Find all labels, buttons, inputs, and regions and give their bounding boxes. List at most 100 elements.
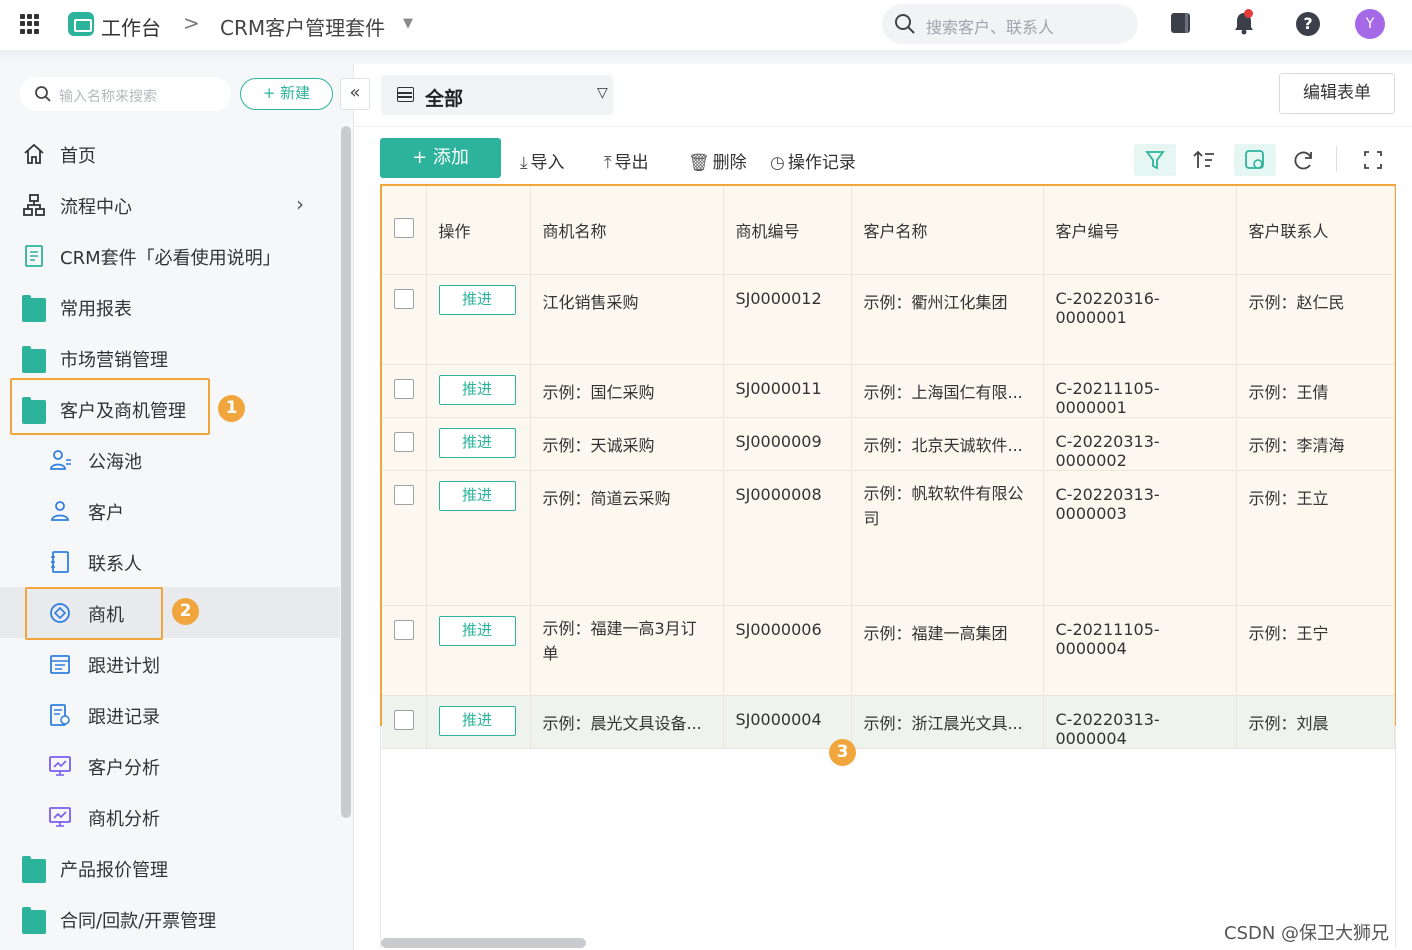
column-header[interactable]: 客户联系人 <box>1236 186 1395 275</box>
column-header[interactable]: 操作 <box>426 186 531 275</box>
trash-icon: 🗑︎ <box>688 153 710 173</box>
cell-opportunity-name: 江化销售采购 <box>530 274 724 365</box>
sidebar-search-input[interactable]: 输入名称来搜索 <box>20 77 231 111</box>
top-bar: 工作台 > CRM客户管理套件 ▼ 搜索客户、联系人 ? Y <box>0 0 1412 50</box>
action-cell: 推进 <box>426 274 531 365</box>
avatar[interactable]: Y <box>1355 9 1385 39</box>
sidebar-item-label: 跟进计划 <box>88 656 160 677</box>
clock-icon: ◷ <box>770 153 785 173</box>
folder-icon <box>22 856 46 883</box>
brand-title[interactable]: 工作台 <box>101 12 161 41</box>
flow-icon <box>23 194 45 216</box>
sidebar-item-follow-record[interactable]: 跟进记录 <box>0 689 340 740</box>
sidebar-item-marketing[interactable]: 市场营销管理 <box>0 332 340 383</box>
row-select-cell <box>382 417 427 471</box>
sidebar-item-public-pool[interactable]: 公海池 <box>0 434 340 485</box>
table-row[interactable]: 推进 江化销售采购 SJ0000012 示例：衢州江化集团 C-20220316… <box>382 274 1395 365</box>
cell-customer-code: C-20211105-0000001 <box>1043 364 1237 418</box>
chevron-right-icon[interactable]: › <box>296 192 304 216</box>
row-checkbox[interactable] <box>394 431 414 452</box>
row-checkbox[interactable] <box>394 378 414 399</box>
help-icon[interactable]: ? <box>1296 12 1320 36</box>
chart-screen-icon <box>49 756 71 776</box>
sidebar-item-follow-plan[interactable]: 跟进计划 <box>0 638 340 689</box>
sidebar-item-crm-guide[interactable]: CRM套件「必看使用说明」 <box>0 230 340 281</box>
chart-screen-icon <box>49 807 71 827</box>
cell-contact: 示例：王宁 <box>1236 605 1395 696</box>
new-button[interactable]: + 新建 <box>240 78 333 110</box>
workbench-icon[interactable] <box>68 12 94 36</box>
sidebar-item-label: 公海池 <box>88 452 142 473</box>
book-icon[interactable] <box>1168 10 1194 36</box>
advance-button[interactable]: 推进 <box>438 374 516 405</box>
calendar-icon <box>50 655 70 674</box>
table-row[interactable]: 推进 示例：简道云采购 SJ0000008 示例：帆软软件有限公司 C-2022… <box>382 470 1395 606</box>
app-name[interactable]: CRM客户管理套件 <box>220 12 385 41</box>
advance-button[interactable]: 推进 <box>438 427 516 458</box>
select-all-checkbox[interactable] <box>394 217 414 238</box>
sidebar-item-home[interactable]: 首页 <box>0 128 340 179</box>
sort-button[interactable] <box>1184 144 1226 176</box>
sidebar-item-contract[interactable]: 合同/回款/开票管理 <box>0 893 340 944</box>
sidebar-item-reports[interactable]: 常用报表 <box>0 281 340 332</box>
column-header[interactable]: 客户名称 <box>851 186 1044 275</box>
action-cell: 推进 <box>426 364 531 418</box>
sidebar-scrollbar[interactable] <box>341 126 351 818</box>
advance-button[interactable]: 推进 <box>438 284 516 315</box>
delete-button[interactable]: 🗑︎ 删除 <box>688 148 747 173</box>
cell-customer-code: C-20220316-0000001 <box>1043 274 1237 365</box>
table-row[interactable]: 推进 示例：国仁采购 SJ0000011 示例：上海国仁有限... C-2021… <box>382 364 1395 418</box>
column-header[interactable]: 客户编号 <box>1043 186 1237 275</box>
column-header[interactable]: 商机编号 <box>723 186 852 275</box>
cell-customer-name: 示例：衢州江化集团 <box>851 274 1044 365</box>
sidebar-search-placeholder: 输入名称来搜索 <box>59 89 157 105</box>
download-icon: ⤓ <box>520 153 528 173</box>
cell-customer-name: 示例：福建一高集团 <box>851 605 1044 696</box>
view-selector[interactable]: 全部 ▽ <box>381 75 613 115</box>
row-checkbox[interactable] <box>394 619 414 640</box>
chevron-down-icon: ▽ <box>597 85 608 101</box>
folder-icon <box>22 346 46 373</box>
fullscreen-button[interactable] <box>1352 144 1394 176</box>
watermark: CSDN @保卫大狮兄 <box>1224 923 1390 944</box>
row-select-cell <box>382 364 427 418</box>
history-button[interactable]: ◷ 操作记录 <box>770 148 856 173</box>
cell-opportunity-name: 示例：福建一高3月订单 <box>530 605 724 696</box>
cell-opportunity-name: 示例：国仁采购 <box>530 364 724 418</box>
chevron-down-icon[interactable]: ▼ <box>403 16 413 31</box>
global-search[interactable]: 搜索客户、联系人 <box>882 4 1138 44</box>
sidebar-item-customer[interactable]: 客户 <box>0 485 340 536</box>
sidebar-item-contacts[interactable]: 联系人 <box>0 536 340 587</box>
add-button[interactable]: + 添加 <box>380 138 501 178</box>
advance-button[interactable]: 推进 <box>438 615 516 646</box>
highlight-box <box>25 587 163 640</box>
cell-customer-code: C-20220313-0000002 <box>1043 417 1237 471</box>
sidebar-item-customer-analysis[interactable]: 客户分析 <box>0 740 340 791</box>
row-checkbox[interactable] <box>394 484 414 505</box>
refresh-button[interactable] <box>1282 144 1324 176</box>
sidebar-item-quotation[interactable]: 产品报价管理 <box>0 842 340 893</box>
filter-icon <box>1145 151 1165 170</box>
view-toggle-button[interactable] <box>1234 144 1276 176</box>
table-row[interactable]: 推进 示例：天诚采购 SJ0000009 示例：北京天诚软件... C-2022… <box>382 417 1395 471</box>
horizontal-scrollbar[interactable] <box>381 938 586 948</box>
import-button[interactable]: ⤓ 导入 <box>520 148 565 173</box>
cell-customer-name: 示例：上海国仁有限... <box>851 364 1044 418</box>
edit-form-button[interactable]: 编辑表单 <box>1279 73 1395 114</box>
customer-name-text: 示例：帆软软件有限公司 <box>863 483 1024 528</box>
export-button[interactable]: ⤒ 导出 <box>604 148 649 173</box>
users-icon <box>50 450 71 470</box>
column-header[interactable]: 商机名称 <box>530 186 724 275</box>
cell-contact: 示例：王倩 <box>1236 364 1395 418</box>
cell-contact: 示例：李清海 <box>1236 417 1395 471</box>
advance-button[interactable]: 推进 <box>438 480 516 511</box>
collapse-sidebar-button[interactable]: « <box>340 78 370 110</box>
row-checkbox[interactable] <box>394 288 414 309</box>
sidebar-item-opportunity-analysis[interactable]: 商机分析 <box>0 791 340 842</box>
apps-grid-icon[interactable] <box>20 14 40 34</box>
table-row[interactable]: 推进 示例：福建一高3月订单 SJ0000006 示例：福建一高集团 C-202… <box>382 605 1395 696</box>
sidebar-item-flow-center[interactable]: 流程中心 › <box>0 179 340 230</box>
fullscreen-icon <box>1364 151 1382 169</box>
folder-icon <box>22 907 46 934</box>
filter-button[interactable] <box>1134 144 1176 176</box>
